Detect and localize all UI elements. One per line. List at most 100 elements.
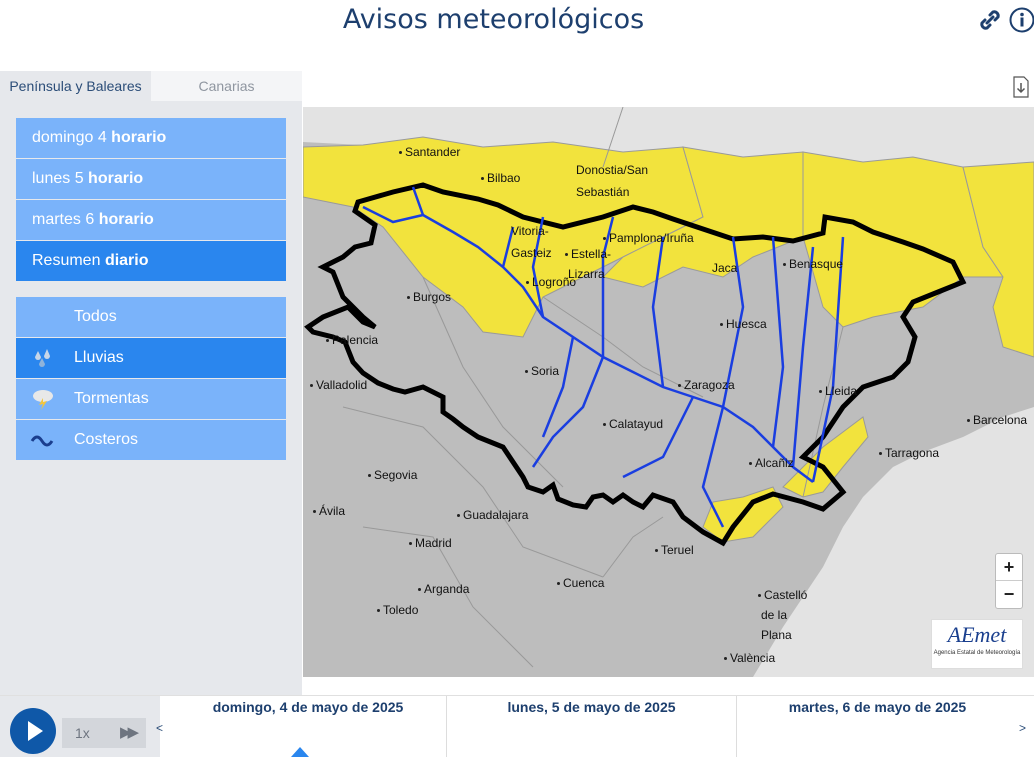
phenomenon-tormentas[interactable]: Tormentas (16, 379, 286, 419)
city-label: Madrid (409, 536, 452, 550)
day-label: Resumen (32, 252, 101, 269)
city-name: Bilbao (487, 171, 521, 185)
info-icon[interactable] (1008, 6, 1034, 34)
city-name: Guadalajara (463, 508, 529, 522)
city-dot (557, 582, 560, 586)
city-label: Castelló (758, 588, 807, 602)
city-dot (565, 253, 568, 257)
day-button-resumen[interactable]: Resumen diario (16, 241, 286, 281)
city-name: Plana (761, 628, 792, 642)
city-name: Santander (405, 145, 461, 159)
city-label: Pamplona/Iruña (603, 231, 694, 245)
link-icon[interactable] (976, 6, 1004, 34)
city-label: Tarragona (879, 446, 939, 460)
timeline-position-marker[interactable] (291, 747, 309, 757)
city-label: València (724, 651, 775, 665)
phenomenon-costeros[interactable]: Costeros (16, 420, 286, 460)
day-mode: horario (98, 211, 154, 228)
city-label: Plana (761, 628, 792, 642)
city-label: Jaca (712, 261, 737, 275)
city-name: Segovia (374, 468, 418, 482)
city-label: Benasque (783, 257, 843, 271)
phenomenon-label: Tormentas (74, 390, 149, 407)
day-label: martes 6 (32, 211, 95, 228)
logo-subtext: Agencia Estatal de Meteorología (933, 650, 1021, 656)
city-name: València (730, 651, 776, 665)
city-dot (481, 177, 484, 181)
city-label: Vitoria- (511, 224, 549, 238)
day-label: domingo 4 (32, 129, 107, 146)
city-name: Donostia/San (576, 163, 649, 177)
city-label: Gasteiz (511, 246, 552, 260)
city-dot (819, 390, 822, 394)
city-name: Arganda (424, 582, 470, 596)
city-name: Logroño (532, 275, 577, 289)
city-name: Benasque (789, 257, 844, 271)
city-label: Burgos (407, 290, 451, 304)
timeline-bar: 1x ▶▶ < domingo, 4 de mayo de 2025 lunes… (0, 695, 1034, 757)
wave-icon (30, 435, 54, 447)
city-name: Lleida (825, 384, 858, 398)
city-name: Valladolid (316, 378, 368, 392)
city-label: Huesca (720, 317, 767, 331)
region-tabs: Península y Baleares Canarias (0, 71, 302, 101)
phenomenon-todos[interactable]: Todos (16, 297, 286, 337)
city-label: Valladolid (310, 378, 367, 392)
timeline-next-button[interactable]: > (1019, 721, 1026, 735)
city-label: Zaragoza (678, 378, 735, 392)
fast-forward-icon[interactable]: ▶▶ (120, 723, 139, 741)
timeline-day[interactable]: lunes, 5 de mayo de 2025 (446, 696, 736, 757)
play-button[interactable] (10, 708, 56, 754)
city-dot (409, 542, 412, 546)
phenomenon-lluvias[interactable]: Lluvias (16, 338, 286, 378)
city-name: Zaragoza (684, 378, 735, 392)
day-button-lunes[interactable]: lunes 5 horario (16, 159, 286, 199)
city-label: Teruel (655, 543, 694, 557)
city-dot (603, 423, 606, 427)
city-label: Barcelona (967, 413, 1027, 427)
city-dot (526, 281, 529, 285)
city-name: Teruel (661, 543, 694, 557)
city-label: Estella- (565, 247, 611, 261)
zoom-in-button[interactable]: + (996, 554, 1022, 581)
city-dot (313, 510, 316, 514)
tab-peninsula-baleares[interactable]: Península y Baleares (0, 71, 151, 101)
warning-map[interactable]: Santander Bilbao Donostia/San Sebastián … (303, 107, 1034, 677)
city-label: Alcañiz (749, 456, 794, 470)
city-label: Santander (399, 145, 460, 159)
city-name: Jaca (712, 261, 738, 275)
city-name: Gasteiz (511, 246, 552, 260)
city-name: Palencia (332, 333, 379, 347)
city-name: Sebastián (576, 185, 630, 199)
day-button-martes[interactable]: martes 6 horario (16, 200, 286, 240)
city-name: Ávila (319, 504, 346, 518)
day-button-domingo[interactable]: domingo 4 horario (16, 118, 286, 158)
city-label: Sebastián (576, 185, 629, 199)
city-dot (655, 549, 658, 553)
timeline-prev-button[interactable]: < (156, 721, 163, 735)
day-mode: horario (88, 170, 144, 187)
download-icon[interactable] (1012, 76, 1030, 98)
city-name: Burgos (413, 290, 452, 304)
city-name: Cuenca (563, 576, 605, 590)
timeline-day[interactable]: martes, 6 de mayo de 2025 (736, 696, 1018, 757)
day-selector: domingo 4 horario lunes 5 horario martes… (16, 118, 286, 282)
zoom-out-button[interactable]: − (996, 581, 1022, 608)
city-label: Palencia (326, 333, 378, 347)
app-root: Avisos meteorológicos Península y Balear… (0, 0, 1034, 757)
city-name: Tarragona (885, 446, 940, 460)
city-dot (720, 323, 723, 327)
city-label: Donostia/San (576, 163, 648, 177)
city-dot (418, 588, 421, 592)
day-mode: horario (111, 129, 167, 146)
aemet-logo: AEmet Agencia Estatal de Meteorología (931, 619, 1023, 669)
page-title: Avisos meteorológicos (342, 4, 645, 35)
tab-canarias[interactable]: Canarias (151, 71, 302, 101)
city-label: de la (761, 608, 787, 622)
city-label: Ávila (313, 504, 345, 518)
city-label: Lleida (819, 384, 857, 398)
city-label: Guadalajara (457, 508, 528, 522)
city-dot (399, 151, 402, 155)
city-name: Soria (531, 364, 560, 378)
city-name: Huesca (726, 317, 767, 331)
